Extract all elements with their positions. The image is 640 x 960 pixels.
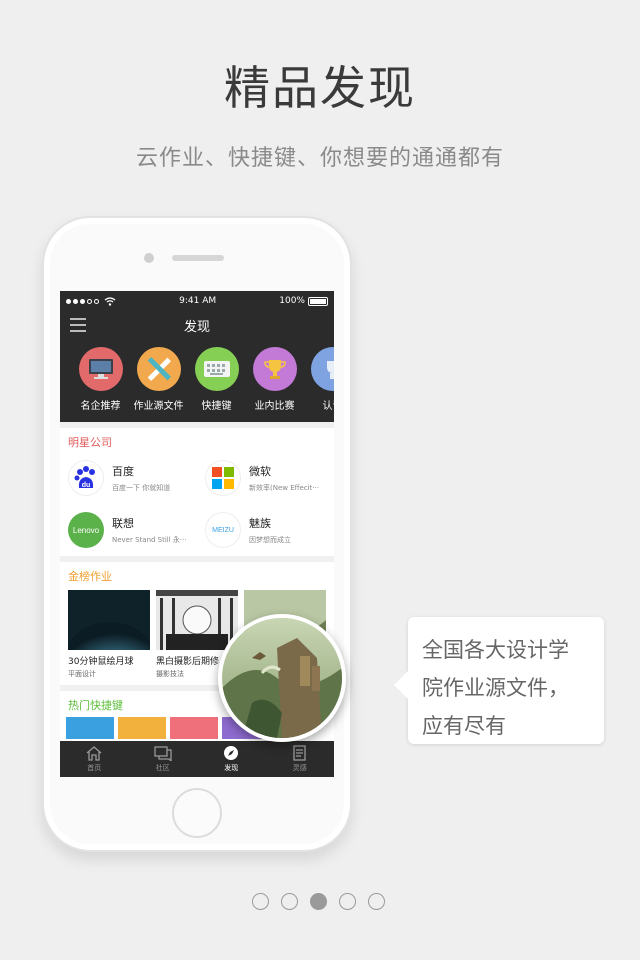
keyboard-icon [194, 347, 239, 391]
callout-line: 应有尽有 [422, 714, 506, 738]
tab-bar: 首页 社区 发现 灵感 [60, 741, 334, 777]
company-item[interactable]: 微软 新效率(New Effecit··· [197, 452, 334, 504]
company-item[interactable]: Lenovo 联想 Never Stand Still 永··· [60, 504, 197, 556]
category-item[interactable]: 业内比赛 [248, 347, 301, 422]
category-item[interactable]: 名企推荐 [74, 347, 127, 422]
page-title: 精品发现 [224, 61, 416, 115]
category-label: 名企推荐 [80, 401, 121, 412]
hotkey-tile[interactable] [170, 717, 218, 739]
meizu-logo-icon: MEIZU [205, 512, 241, 548]
tab-label: 发现 [224, 764, 239, 772]
svg-text:du: du [82, 482, 91, 489]
work-thumbnail [156, 590, 238, 650]
work-title: 30分钟鼠绘月球 [68, 657, 134, 667]
nav-title: 发现 [183, 319, 210, 335]
signal-icon [66, 296, 116, 306]
page-subtitle: 云作业、快捷键、你想要的通通都有 [135, 146, 504, 171]
home-button[interactable] [172, 788, 222, 838]
work-category: 平面设计 [68, 670, 96, 678]
company-name: 联想 [112, 517, 134, 530]
company-desc: 因梦想而成立 [249, 536, 291, 544]
page-dot[interactable] [368, 893, 385, 910]
company-name: 微软 [249, 465, 271, 478]
wifi-icon [104, 296, 116, 306]
compass-icon [224, 746, 239, 760]
notebook-icon [293, 745, 306, 761]
magnifier-preview [218, 614, 346, 742]
menu-icon[interactable] [70, 318, 86, 332]
callout-line: 全国各大设计学 [422, 638, 569, 662]
company-item[interactable]: MEIZU 魅族 因梦想而成立 [197, 504, 334, 556]
status-bar: 9:41 AM 100% [60, 291, 334, 311]
category-label: 认证 [322, 401, 335, 412]
companies-section: 明星公司 du 百度 百度一下 你就知道 微软 新效率(New Effecit·… [60, 428, 334, 556]
feature-callout: 全国各大设计学 院作业源文件， 应有尽有 [394, 617, 604, 744]
category-item[interactable]: 快捷键 [190, 347, 243, 422]
lenovo-logo-icon: Lenovo [68, 512, 104, 548]
tab-discover[interactable]: 发现 [197, 741, 266, 777]
company-desc: Never Stand Still 永··· [112, 536, 187, 544]
badge-icon [310, 347, 334, 391]
hotkey-tile[interactable] [66, 717, 114, 739]
home-icon [86, 745, 102, 761]
ruler-pencil-icon [136, 347, 181, 391]
category-label: 作业源文件 [133, 401, 184, 412]
tab-label: 灵感 [292, 764, 307, 772]
baidu-logo-icon: du [68, 460, 104, 496]
tab-home[interactable]: 首页 [60, 741, 129, 777]
status-time: 9:41 AM [179, 296, 217, 306]
work-item[interactable]: 30分钟鼠绘月球 平面设计 [64, 590, 156, 698]
section-title: 金榜作业 [68, 570, 112, 583]
section-title: 明星公司 [68, 436, 112, 449]
category-label: 业内比赛 [254, 401, 295, 412]
category-label: 快捷键 [201, 401, 232, 412]
company-name: 百度 [112, 465, 134, 478]
phone-speaker [172, 255, 224, 261]
battery-icon [307, 296, 328, 306]
page-dot[interactable] [281, 893, 298, 910]
category-item[interactable]: 认证 [306, 347, 334, 422]
company-name: 魅族 [249, 517, 271, 530]
page-dot-active[interactable] [310, 893, 327, 910]
page-indicator [252, 893, 385, 910]
phone-camera [144, 253, 154, 263]
chat-icon [154, 745, 172, 761]
hotkey-tile[interactable] [118, 717, 166, 739]
page-dot[interactable] [339, 893, 356, 910]
category-item[interactable]: 作业源文件 [132, 347, 185, 422]
work-thumbnail [64, 590, 156, 698]
category-row: 名企推荐 作业源文件 快捷键 业内比赛 认证 [60, 339, 334, 422]
battery-percent: 100% [279, 296, 305, 306]
nav-bar: 发现 [60, 311, 334, 339]
callout-line: 院作业源文件， [422, 676, 569, 700]
monitor-icon [78, 347, 123, 391]
trophy-icon [252, 347, 297, 391]
tab-inspiration[interactable]: 灵感 [266, 741, 335, 777]
microsoft-logo-icon [205, 460, 241, 496]
tab-label: 首页 [87, 763, 102, 772]
tab-label: 社区 [155, 763, 170, 772]
page-dot[interactable] [252, 893, 269, 910]
company-item[interactable]: du 百度 百度一下 你就知道 [60, 452, 197, 504]
company-desc: 百度一下 你就知道 [112, 484, 171, 492]
company-desc: 新效率(New Effecit··· [249, 484, 319, 492]
tab-community[interactable]: 社区 [129, 741, 198, 777]
